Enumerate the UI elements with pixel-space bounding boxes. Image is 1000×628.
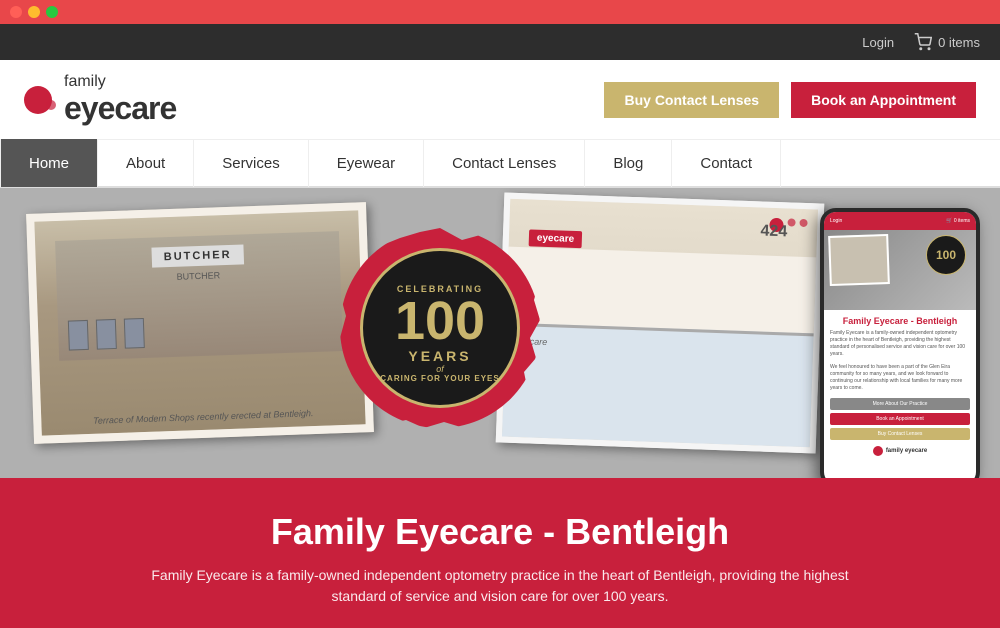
phone-badge: 100 xyxy=(926,235,966,275)
window-chrome xyxy=(0,0,1000,24)
hero-section: BUTCHER BUTCHER Terrace of Modern Shops … xyxy=(0,188,1000,478)
photo-caption: Terrace of Modern Shops recently erected… xyxy=(49,407,357,428)
logo[interactable]: family eyecare xyxy=(24,73,176,126)
bottom-section: Family Eyecare - Bentleigh Family Eyecar… xyxy=(0,478,1000,628)
cart-count: 0 items xyxy=(938,35,980,50)
badge-of-text: of xyxy=(436,364,444,374)
building-body: BUTCHER BUTCHER xyxy=(55,231,343,361)
phone-contact-button[interactable]: Buy Contact Lenses xyxy=(830,428,970,440)
cart-button[interactable]: 0 items xyxy=(914,33,980,51)
close-dot[interactable] xyxy=(10,6,22,18)
phone-screen: Login 🛒 0 items 100 Family Eyecare - Ben… xyxy=(824,212,976,478)
badge-circle: CELEBRATING 100 YEARS of CARING FOR YOUR… xyxy=(360,248,520,408)
anniversary-badge: CELEBRATING 100 YEARS of CARING FOR YOUR… xyxy=(340,228,540,428)
window-1 xyxy=(68,320,89,351)
logo-eyecare-text: eyecare xyxy=(64,91,176,126)
logo-dots xyxy=(24,86,56,114)
bottom-text: Family Eyecare is a family-owned indepen… xyxy=(150,565,850,607)
header-buttons: Buy Contact Lenses Book an Appointment xyxy=(604,82,976,118)
store-facade: eyecare xyxy=(502,246,816,447)
window-3 xyxy=(124,318,145,349)
nav-item-services[interactable]: Services xyxy=(194,139,309,187)
store-dot-2 xyxy=(787,218,795,226)
phone-badge-100: 100 xyxy=(936,248,956,262)
phone-mockup: Login 🛒 0 items 100 Family Eyecare - Ben… xyxy=(820,208,980,478)
header: family eyecare Buy Contact Lenses Book a… xyxy=(0,60,1000,140)
building-windows xyxy=(68,318,145,351)
login-link[interactable]: Login xyxy=(862,35,894,50)
cart-icon xyxy=(914,33,932,51)
phone-description: Family Eyecare is a family-owned indepen… xyxy=(830,330,970,358)
butcher-building: BUTCHER BUTCHER xyxy=(55,231,344,395)
butcher-sign: BUTCHER xyxy=(151,244,243,267)
book-appointment-button[interactable]: Book an Appointment xyxy=(791,82,976,118)
storefront-photo: eyecare 424 eyecare xyxy=(496,192,825,453)
main-nav: Home About Services Eyewear Contact Lens… xyxy=(0,140,1000,188)
logo-family-text: family xyxy=(64,73,176,91)
phone-logo-text: family eyecare xyxy=(886,448,927,454)
phone-appointment-button[interactable]: Book an Appointment xyxy=(830,413,970,425)
logo-circle-small xyxy=(46,100,56,110)
phone-logo-dot xyxy=(873,446,883,456)
logo-text: family eyecare xyxy=(64,73,176,126)
buy-contact-lenses-button[interactable]: Buy Contact Lenses xyxy=(604,82,779,118)
vintage-photo: BUTCHER BUTCHER Terrace of Modern Shops … xyxy=(26,202,374,444)
website: Login 0 items family eyecare Buy Contact… xyxy=(0,24,1000,628)
store-dot-3 xyxy=(799,219,807,227)
window-2 xyxy=(96,319,117,350)
nav-item-home[interactable]: Home xyxy=(0,139,98,187)
phone-login: Login xyxy=(830,218,842,224)
store-number: 424 xyxy=(760,222,787,241)
vintage-photo-inner: BUTCHER BUTCHER Terrace of Modern Shops … xyxy=(34,210,365,435)
phone-top-bar: Login 🛒 0 items xyxy=(824,212,976,230)
top-bar: Login 0 items xyxy=(0,24,1000,60)
storefront-inner: eyecare 424 eyecare xyxy=(502,199,818,448)
nav-item-about[interactable]: About xyxy=(98,139,194,187)
maximize-dot[interactable] xyxy=(46,6,58,18)
bottom-title: Family Eyecare - Bentleigh xyxy=(271,511,729,553)
nav-item-contact-lenses[interactable]: Contact Lenses xyxy=(424,139,585,187)
phone-hero: 100 xyxy=(824,230,976,310)
phone-title: Family Eyecare - Bentleigh xyxy=(830,316,970,326)
phone-cart: 🛒 0 items xyxy=(946,218,970,224)
phone-content: Family Eyecare - Bentleigh Family Eyecar… xyxy=(824,310,976,462)
butcher-sign2: BUTCHER xyxy=(176,270,220,282)
badge-caring-text: CARING FOR YOUR EYES xyxy=(380,374,499,383)
nav-item-blog[interactable]: Blog xyxy=(585,139,672,187)
phone-logo: family eyecare xyxy=(830,446,970,456)
nav-item-eyewear[interactable]: Eyewear xyxy=(309,139,424,187)
badge-years-text: YEARS xyxy=(408,348,471,364)
minimize-dot[interactable] xyxy=(28,6,40,18)
nav-item-contact[interactable]: Contact xyxy=(672,139,781,187)
badge-number: 100 xyxy=(395,294,485,348)
phone-description-2: We feel honoured to have been a part of … xyxy=(830,364,970,392)
phone-more-button[interactable]: More About Our Practice xyxy=(830,398,970,410)
store-window: eyecare xyxy=(502,322,814,447)
